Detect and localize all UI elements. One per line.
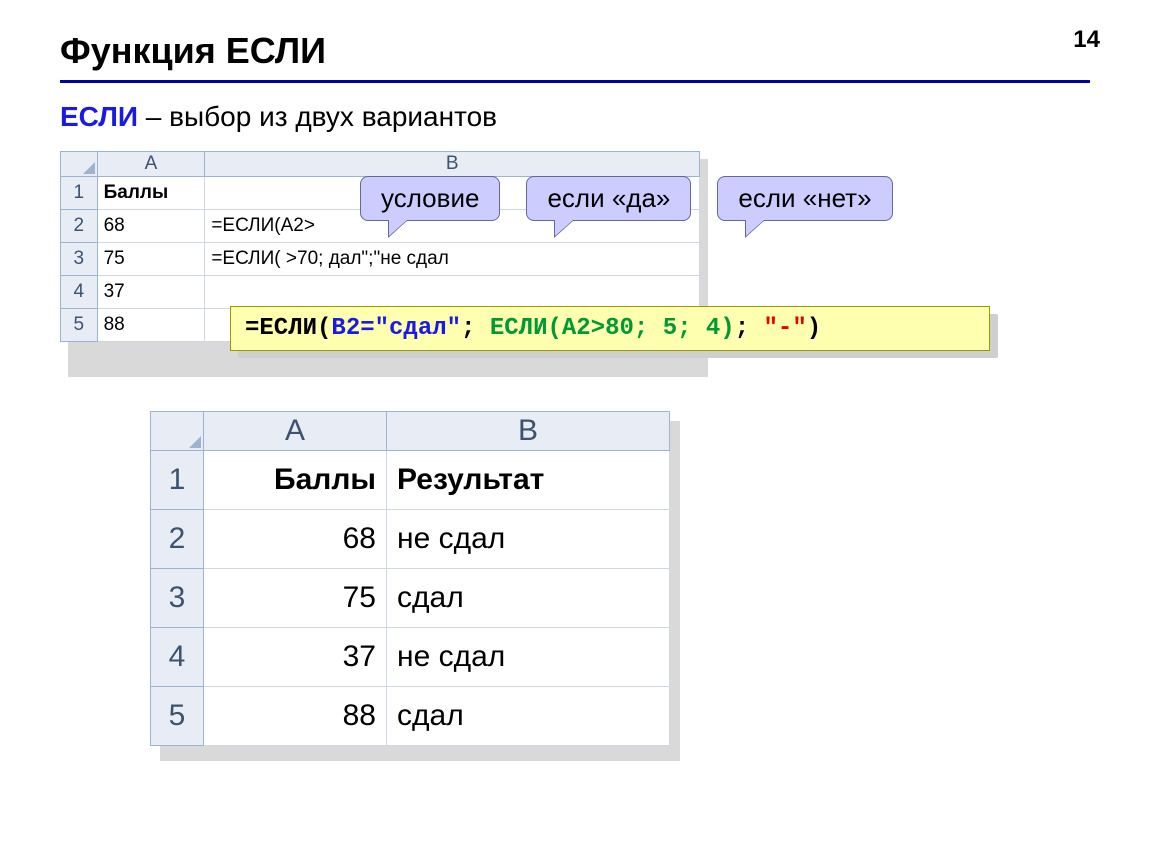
row-header: 4 — [151, 628, 204, 687]
row-header: 4 — [61, 276, 98, 309]
callout-if-no: если «нет» — [717, 176, 892, 221]
col-header-B: B — [205, 152, 700, 177]
cell-A3: 75 — [204, 569, 387, 628]
cell-A3: 75 — [97, 243, 205, 276]
table-row: 1 Баллы Результат — [151, 451, 670, 510]
row-header: 1 — [61, 177, 98, 210]
col-header-B: B — [387, 412, 670, 451]
row-header: 5 — [61, 309, 98, 342]
corner-cell — [151, 412, 204, 451]
column-header-row: A B — [151, 412, 670, 451]
subtitle-keyword: ЕСЛИ — [60, 101, 138, 132]
callout-if-yes: если «да» — [526, 176, 691, 221]
row-header: 2 — [151, 510, 204, 569]
col-header-A: A — [204, 412, 387, 451]
cell-A5: 88 — [204, 687, 387, 746]
cell-B1: Результат — [387, 451, 670, 510]
title-rule — [60, 80, 1090, 83]
cell-B3: сдал — [387, 569, 670, 628]
table-row: 4 37 не сдал — [151, 628, 670, 687]
formula-if-yes: ЕСЛИ(A2>80; 5; 4) — [490, 315, 735, 342]
subtitle: ЕСЛИ – выбор из двух вариантов — [60, 101, 1090, 133]
row-header: 3 — [151, 569, 204, 628]
cell-A1: Баллы — [204, 451, 387, 510]
slide-title: Функция ЕСЛИ — [60, 30, 1090, 72]
formula-part: ; — [735, 315, 764, 342]
formula-condition: B2="сдал" — [331, 315, 461, 342]
page-number: 14 — [1073, 26, 1100, 54]
cell-B3: =ЕСЛИ( >70; дал";"не сдал — [205, 243, 700, 276]
formula-part: ) — [807, 315, 821, 342]
formula-box: =ЕСЛИ(B2="сдал"; ЕСЛИ(A2>80; 5; 4); "-") — [230, 306, 990, 351]
top-spreadsheet-block: A B 1 Баллы 2 68 =ЕСЛИ(A2> 3 75 =ЕСЛИ( >… — [60, 151, 720, 391]
formula-part: ; — [461, 315, 490, 342]
row-header: 1 — [151, 451, 204, 510]
formula-if-no: "-" — [764, 315, 807, 342]
bottom-spreadsheet-block: A B 1 Баллы Результат 2 68 не сдал 3 75 … — [150, 411, 690, 771]
column-header-row: A B — [61, 152, 700, 177]
col-header-A: A — [97, 152, 205, 177]
cell-A5: 88 — [97, 309, 205, 342]
subtitle-rest: – выбор из двух вариантов — [138, 101, 497, 132]
table-row: 3 75 сдал — [151, 569, 670, 628]
cell-B2: не сдал — [387, 510, 670, 569]
slide: 14 Функция ЕСЛИ ЕСЛИ – выбор из двух вар… — [0, 0, 1150, 864]
callout-row: условие если «да» если «нет» — [360, 176, 893, 221]
row-header: 3 — [61, 243, 98, 276]
table-row: 3 75 =ЕСЛИ( >70; дал";"не сдал — [61, 243, 700, 276]
cell-A4: 37 — [204, 628, 387, 687]
table-row: 5 88 сдал — [151, 687, 670, 746]
formula-part: =ЕСЛИ( — [245, 315, 331, 342]
callout-condition: условие — [360, 176, 500, 221]
spreadsheet-2: A B 1 Баллы Результат 2 68 не сдал 3 75 … — [150, 411, 670, 746]
row-header: 2 — [61, 210, 98, 243]
table-row: 4 37 — [61, 276, 700, 309]
cell-A4: 37 — [97, 276, 205, 309]
cell-B4: не сдал — [387, 628, 670, 687]
table-row: 2 68 не сдал — [151, 510, 670, 569]
formula-block: =ЕСЛИ(B2="сдал"; ЕСЛИ(A2>80; 5; 4); "-") — [230, 306, 990, 351]
cell-A1: Баллы — [97, 177, 205, 210]
corner-cell — [61, 152, 98, 177]
cell-B5: сдал — [387, 687, 670, 746]
cell-A2: 68 — [204, 510, 387, 569]
cell-B4 — [205, 276, 700, 309]
cell-A2: 68 — [97, 210, 205, 243]
row-header: 5 — [151, 687, 204, 746]
